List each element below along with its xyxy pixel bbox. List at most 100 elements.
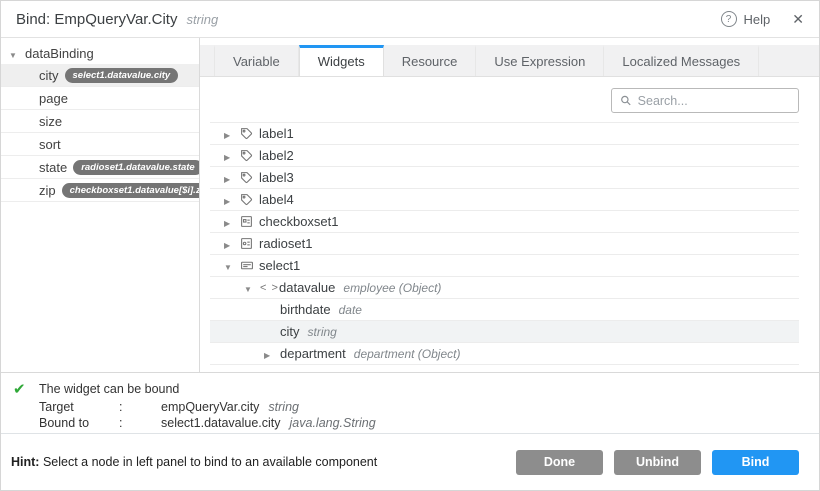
bind-source-panel: Variable Widgets Resource Use Expression… xyxy=(200,38,819,372)
tag-icon xyxy=(240,127,259,140)
tree-node-label: label2 xyxy=(259,148,294,163)
chevron-right-icon[interactable] xyxy=(264,346,280,361)
tree-node-label: checkboxset1 xyxy=(259,214,339,229)
search-box[interactable] xyxy=(611,88,799,113)
tree-node-label: label4 xyxy=(259,192,294,207)
tag-icon xyxy=(240,149,259,162)
tree-node-type: employee (Object) xyxy=(343,281,441,295)
status-separator: : xyxy=(119,400,161,414)
tree-row-city[interactable]: city string xyxy=(210,321,799,343)
status-type: string xyxy=(268,400,299,414)
chevron-right-icon[interactable] xyxy=(224,148,240,163)
tab-use-expression[interactable]: Use Expression xyxy=(476,45,604,76)
tree-node-label: label1 xyxy=(259,126,294,141)
status-row-target: Target : empQueryVar.city string xyxy=(39,400,807,414)
tabbar: Variable Widgets Resource Use Expression… xyxy=(200,45,819,77)
status-label: Target xyxy=(39,400,119,414)
hint-label: Hint: xyxy=(11,455,39,469)
tab-variable[interactable]: Variable xyxy=(214,45,299,76)
tree-row-checkboxset1[interactable]: checkboxset1 xyxy=(210,211,799,233)
search-input[interactable] xyxy=(638,94,790,108)
status-value: select1.datavalue.city xyxy=(161,416,281,430)
search-icon xyxy=(620,94,632,107)
dialog-title-type: string xyxy=(186,12,218,27)
tree-row-label1[interactable]: label1 xyxy=(210,123,799,145)
tree-row-label4[interactable]: label4 xyxy=(210,189,799,211)
tree-row-label3[interactable]: label3 xyxy=(210,167,799,189)
tree-node-label: select1 xyxy=(259,258,300,273)
tag-icon xyxy=(240,171,259,184)
hint-body: Select a node in left panel to bind to a… xyxy=(43,455,377,469)
status-table: Target : empQueryVar.city string Bound t… xyxy=(39,400,807,430)
status-label: Bound to xyxy=(39,416,119,430)
chevron-right-icon[interactable] xyxy=(224,126,240,141)
tab-resource[interactable]: Resource xyxy=(384,45,477,76)
sidebar-item-city[interactable]: city select1.datavalue.city xyxy=(1,64,199,87)
sidebar-item-label: zip xyxy=(39,183,56,198)
bind-status-section: The widget can be bound Target : empQuer… xyxy=(1,372,819,433)
sidebar-item-page[interactable]: page xyxy=(1,87,199,110)
dialog-title: Bind: EmpQueryVar.City xyxy=(16,11,177,28)
dialog-footer: Hint: Select a node in left panel to bin… xyxy=(1,433,819,490)
tree-node-type: date xyxy=(339,303,362,317)
binding-badge: select1.datavalue.city xyxy=(65,68,179,83)
tree-node-label: birthdate xyxy=(280,302,331,317)
search-row xyxy=(200,77,819,122)
bind-button[interactable]: Bind xyxy=(712,450,799,475)
tree-row-label2[interactable]: label2 xyxy=(210,145,799,167)
tree-row-radioset1[interactable]: radioset1 xyxy=(210,233,799,255)
sidebar-item-label: state xyxy=(39,160,67,175)
tree-node-label: radioset1 xyxy=(259,236,312,251)
tab-localized-messages[interactable]: Localized Messages xyxy=(604,45,759,76)
status-message-row: The widget can be bound xyxy=(13,380,807,398)
chevron-right-icon[interactable] xyxy=(224,214,240,229)
tag-icon xyxy=(240,193,259,206)
status-type: java.lang.String xyxy=(290,416,376,430)
tab-widgets[interactable]: Widgets xyxy=(299,45,384,76)
code-icon xyxy=(260,282,279,294)
help-link[interactable]: Help xyxy=(744,12,771,27)
sidebar-item-state[interactable]: state radioset1.datavalue.state xyxy=(1,156,199,179)
done-button[interactable]: Done xyxy=(516,450,603,475)
dialog-body: dataBinding city select1.datavalue.city … xyxy=(1,38,819,372)
close-icon[interactable] xyxy=(792,11,804,28)
sidebar-item-zip[interactable]: zip checkboxset1.datavalue[$i].zip xyxy=(1,179,199,202)
tree-node-type: string xyxy=(308,325,337,339)
tree-row-select1[interactable]: select1 xyxy=(210,255,799,277)
chevron-right-icon[interactable] xyxy=(224,170,240,185)
tree-row-datavalue[interactable]: datavalue employee (Object) xyxy=(210,277,799,299)
databinding-panel: dataBinding city select1.datavalue.city … xyxy=(1,38,200,372)
binding-badge: radioset1.datavalue.state xyxy=(73,160,199,175)
chevron-right-icon[interactable] xyxy=(224,192,240,207)
sidebar-root-label: dataBinding xyxy=(25,46,94,61)
sidebar-item-size[interactable]: size xyxy=(1,110,199,133)
tree-node-label: department xyxy=(280,346,346,361)
sidebar-item-label: size xyxy=(39,114,62,129)
titlebar-actions: Help xyxy=(721,11,804,28)
radioset-icon xyxy=(240,237,259,250)
bind-dialog: Bind: EmpQueryVar.City string Help dataB… xyxy=(0,0,820,491)
hint-text: Hint: Select a node in left panel to bin… xyxy=(11,455,377,469)
tree-node-label: label3 xyxy=(259,170,294,185)
status-separator: : xyxy=(119,416,161,430)
sidebar-item-label: sort xyxy=(39,137,61,152)
chevron-down-icon[interactable] xyxy=(9,46,25,61)
tree-row-birthdate[interactable]: birthdate date xyxy=(210,299,799,321)
sidebar-item-label: page xyxy=(39,91,68,106)
status-value: empQueryVar.city xyxy=(161,400,259,414)
status-message: The widget can be bound xyxy=(39,382,179,396)
select-icon xyxy=(240,259,259,272)
chevron-right-icon[interactable] xyxy=(224,236,240,251)
check-icon xyxy=(13,380,39,398)
chevron-down-icon[interactable] xyxy=(244,280,260,295)
sidebar-item-databinding-root[interactable]: dataBinding xyxy=(1,43,199,64)
help-icon[interactable] xyxy=(721,11,737,27)
tree-node-label: datavalue xyxy=(279,280,335,295)
widget-tree: label1 label2 label3 xyxy=(210,122,799,365)
chevron-down-icon[interactable] xyxy=(224,258,240,273)
unbind-button[interactable]: Unbind xyxy=(614,450,701,475)
sidebar-item-sort[interactable]: sort xyxy=(1,133,199,156)
dialog-titlebar: Bind: EmpQueryVar.City string Help xyxy=(1,1,819,38)
tree-row-department[interactable]: department department (Object) xyxy=(210,343,799,365)
tree-node-label: city xyxy=(280,324,300,339)
